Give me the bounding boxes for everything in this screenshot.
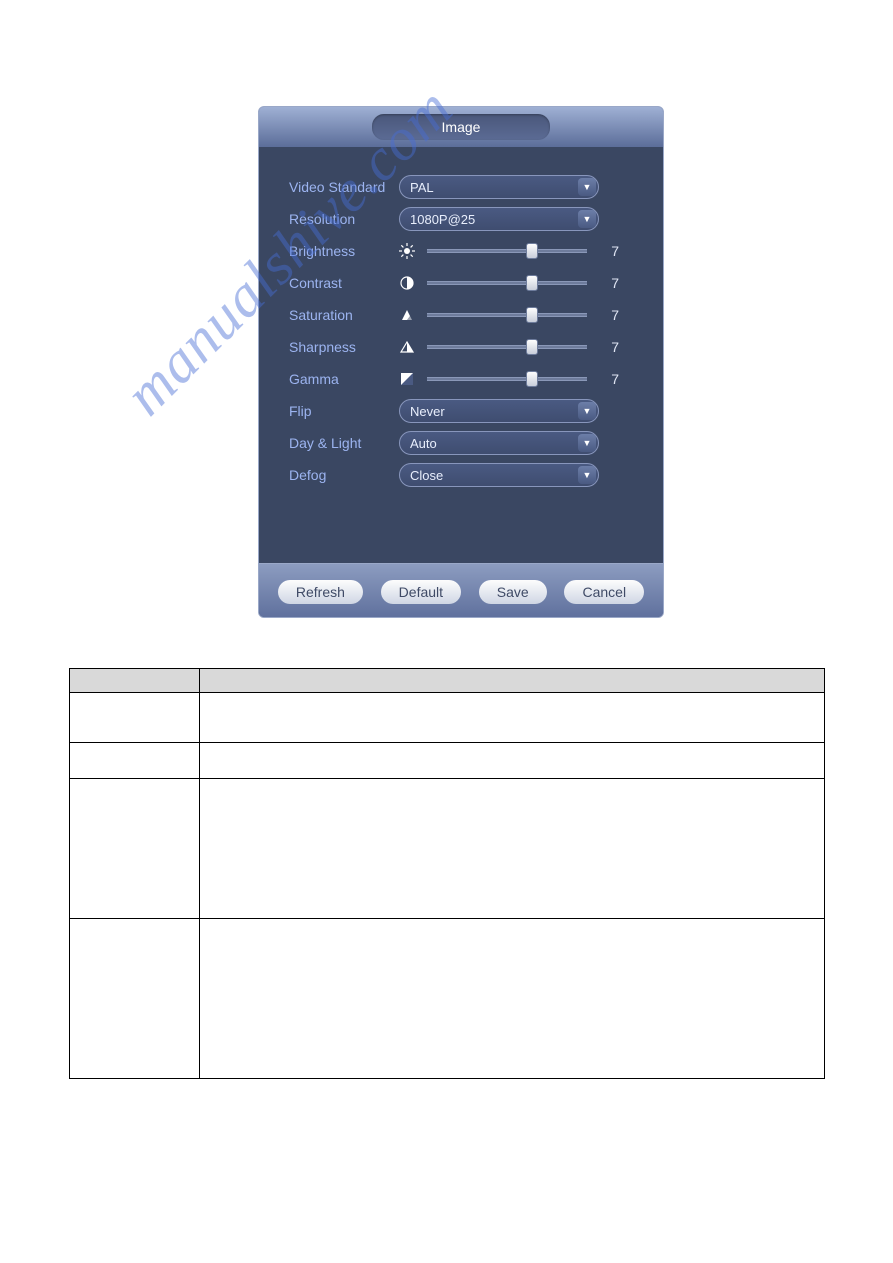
table-cell [200,693,825,743]
table-row [70,919,825,1079]
label-day-light: Day & Light [289,435,399,451]
slider-saturation[interactable] [427,311,587,319]
row-sharpness: Sharpness 7 [289,331,643,363]
row-defog: Defog Close ▼ [289,459,643,491]
value-saturation: 7 [595,307,619,323]
select-defog-value: Close [410,468,443,483]
slider-contrast[interactable] [427,279,587,287]
select-defog[interactable]: Close ▼ [399,463,599,487]
slider-brightness[interactable] [427,247,587,255]
panel-title: Image [372,114,551,140]
chevron-down-icon: ▼ [578,210,596,228]
row-brightness: Brightness 7 [289,235,643,267]
slider-gamma[interactable] [427,375,587,383]
row-gamma: Gamma 7 [289,363,643,395]
image-settings-panel: Image Video Standard PAL ▼ Resolution 10… [258,106,664,618]
contrast-icon [399,275,419,291]
row-day-light: Day & Light Auto ▼ [289,427,643,459]
table-row [70,693,825,743]
row-video-standard: Video Standard PAL ▼ [289,171,643,203]
refresh-button[interactable]: Refresh [278,580,363,604]
value-contrast: 7 [595,275,619,291]
slider-sharpness[interactable] [427,343,587,351]
value-brightness: 7 [595,243,619,259]
label-video-standard: Video Standard [289,179,399,195]
chevron-down-icon: ▼ [578,434,596,452]
table-row [70,743,825,779]
table-row [70,779,825,919]
value-sharpness: 7 [595,339,619,355]
table-header-2 [200,669,825,693]
label-contrast: Contrast [289,275,399,291]
save-button[interactable]: Save [479,580,547,604]
table-header-1 [70,669,200,693]
default-button[interactable]: Default [381,580,461,604]
select-video-standard[interactable]: PAL ▼ [399,175,599,199]
select-video-standard-value: PAL [410,180,434,195]
select-resolution-value: 1080P@25 [410,212,475,227]
label-sharpness: Sharpness [289,339,399,355]
value-gamma: 7 [595,371,619,387]
table-cell [200,779,825,919]
label-flip: Flip [289,403,399,419]
label-resolution: Resolution [289,211,399,227]
label-defog: Defog [289,467,399,483]
label-brightness: Brightness [289,243,399,259]
table-cell [200,743,825,779]
panel-body: Video Standard PAL ▼ Resolution 1080P@25… [259,147,663,563]
chevron-down-icon: ▼ [578,402,596,420]
row-flip: Flip Never ▼ [289,395,643,427]
sharpness-icon [399,339,419,355]
table-cell [70,779,200,919]
saturation-icon [399,307,419,323]
label-saturation: Saturation [289,307,399,323]
table-cell [70,919,200,1079]
row-saturation: Saturation 7 [289,299,643,331]
select-flip[interactable]: Never ▼ [399,399,599,423]
select-resolution[interactable]: 1080P@25 ▼ [399,207,599,231]
row-resolution: Resolution 1080P@25 ▼ [289,203,643,235]
select-flip-value: Never [410,404,445,419]
table-cell [70,743,200,779]
label-gamma: Gamma [289,371,399,387]
description-table [69,668,825,1079]
panel-titlebar: Image [259,107,663,147]
table-cell [200,919,825,1079]
chevron-down-icon: ▼ [578,178,596,196]
select-day-light-value: Auto [410,436,437,451]
gamma-icon [399,371,419,387]
cancel-button[interactable]: Cancel [564,580,644,604]
row-contrast: Contrast 7 [289,267,643,299]
select-day-light[interactable]: Auto ▼ [399,431,599,455]
panel-footer: Refresh Default Save Cancel [259,563,663,618]
chevron-down-icon: ▼ [578,466,596,484]
brightness-icon [399,243,419,259]
table-cell [70,693,200,743]
